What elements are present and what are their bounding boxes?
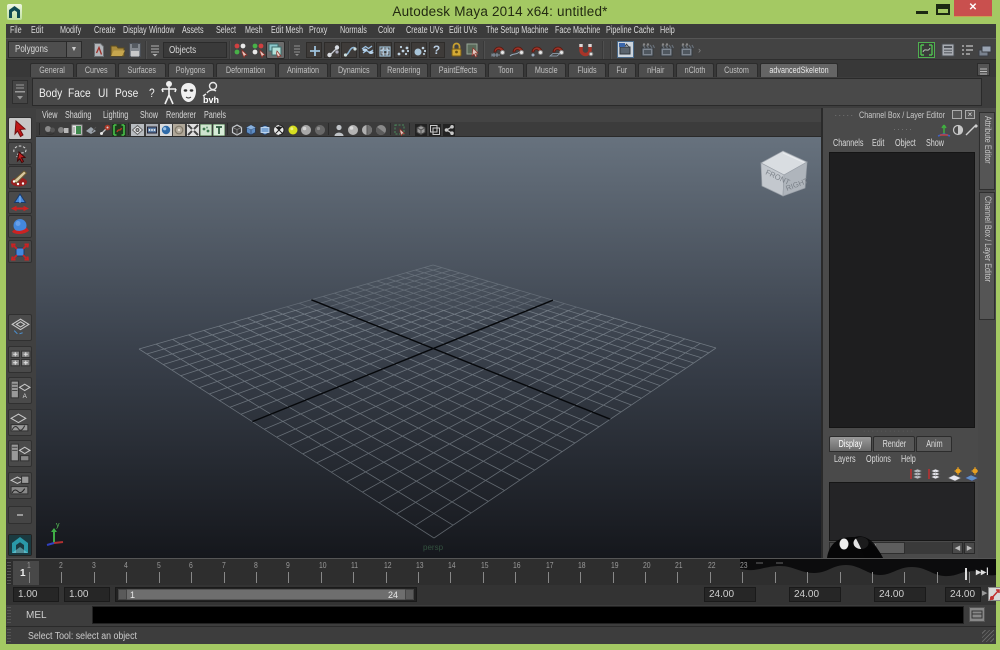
svg-text:persp: persp: [423, 543, 444, 552]
svg-text:y: y: [56, 522, 60, 529]
svg-text:A: A: [23, 393, 28, 400]
svg-text:bvh: bvh: [203, 95, 219, 105]
